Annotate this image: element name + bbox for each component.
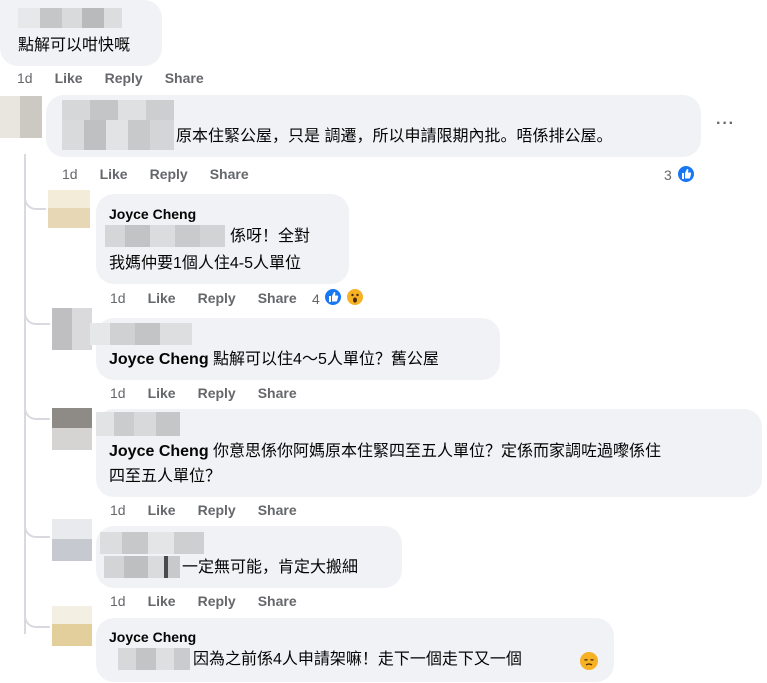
author-name-blurred (90, 323, 192, 345)
comment-text-line2: 四至五人單位？ (109, 468, 222, 485)
comment-text: 一定無可能，肯定大搬細 (182, 559, 359, 576)
thread-elbow (24, 608, 50, 628)
author-name-blurred (62, 100, 174, 120)
like-button[interactable]: Like (55, 70, 83, 86)
timestamp[interactable]: 1d (110, 593, 126, 609)
like-icon (676, 164, 696, 184)
share-button[interactable]: Share (210, 166, 249, 182)
mention-blurred (62, 120, 174, 150)
like-button[interactable]: Like (148, 593, 176, 609)
reply-button[interactable]: Reply (198, 593, 236, 609)
mention-blurred (105, 225, 225, 247)
comment-actions: 1d Like Reply Share (110, 593, 319, 609)
reply-button[interactable]: Reply (198, 502, 236, 518)
thread-elbow (24, 190, 46, 210)
thread-elbow (24, 305, 50, 325)
author-name[interactable]: Joyce Cheng (109, 206, 196, 222)
avatar[interactable] (52, 308, 92, 350)
reply-button[interactable]: Reply (198, 385, 236, 401)
author-name-blurred (96, 412, 180, 436)
comment-text-line1: Joyce Cheng 你意思係你阿媽原本住緊四至五人單位？定係而家調咗過嚟係住 (109, 440, 661, 464)
like-button[interactable]: Like (148, 502, 176, 518)
comment-text-line2: 我媽仲要1個人住4-5人單位 (109, 255, 302, 272)
avatar[interactable] (52, 408, 92, 450)
comment-actions: 1d Like Reply Share (110, 290, 319, 306)
share-button[interactable]: Share (258, 502, 297, 518)
timestamp[interactable]: 1d (17, 70, 33, 86)
like-icon (323, 287, 343, 307)
avatar[interactable] (52, 519, 92, 561)
author-name-blurred (18, 8, 122, 28)
comment-actions: 1d Like Reply Share (110, 502, 319, 518)
mention-tag[interactable]: Joyce Cheng (109, 443, 209, 460)
share-button[interactable]: Share (258, 385, 297, 401)
comment-body: 你意思係你阿媽原本住緊四至五人單位？定係而家調咗過嚟係住 (213, 443, 662, 460)
avatar[interactable] (48, 190, 90, 228)
comment-actions: 1d Like Reply Share (110, 385, 319, 401)
reaction-count[interactable]: 4 (312, 291, 320, 307)
comment-text: Joyce Cheng 點解可以住4～5人單位？舊公屋 (109, 348, 439, 372)
share-button[interactable]: Share (165, 70, 204, 86)
author-name-blurred (100, 532, 204, 554)
reply-button[interactable]: Reply (150, 166, 188, 182)
avatar[interactable] (0, 96, 42, 138)
like-button[interactable]: Like (148, 290, 176, 306)
comment-actions: 1d Like Reply Share (17, 70, 226, 86)
comment-text-line1: 係呀！全對 (230, 228, 311, 245)
mention-tag[interactable]: Joyce Cheng (109, 351, 209, 368)
mention-blurred (104, 556, 180, 578)
disappointed-emoji-icon (580, 652, 598, 670)
timestamp[interactable]: 1d (110, 385, 126, 401)
comment-text: 因為之前係4人申請架嘛！走下一個走下又一個 (193, 651, 522, 668)
mention-blurred (118, 648, 190, 670)
wow-icon (345, 287, 365, 307)
comment-actions: 1d Like Reply Share (62, 166, 271, 182)
timestamp[interactable]: 1d (110, 502, 126, 518)
reply-button[interactable]: Reply (105, 70, 143, 86)
reply-button[interactable]: Reply (198, 290, 236, 306)
comment-text: 點解可以咁快嘅 (18, 37, 131, 54)
thread-elbow (24, 400, 50, 420)
timestamp[interactable]: 1d (62, 166, 78, 182)
share-button[interactable]: Share (258, 290, 297, 306)
author-name[interactable]: Joyce Cheng (109, 629, 196, 645)
like-button[interactable]: Like (100, 166, 128, 182)
more-options-icon[interactable]: ··· (716, 115, 735, 133)
comment-body: 點解可以住4～5人單位？舊公屋 (213, 351, 439, 368)
like-button[interactable]: Like (148, 385, 176, 401)
avatar[interactable] (52, 606, 92, 646)
thread-line (24, 154, 26, 634)
comment-text: 原本住緊公屋，只是 調遷，所以申請限期內批。唔係排公屋。 (176, 128, 613, 145)
share-button[interactable]: Share (258, 593, 297, 609)
reaction-count[interactable]: 3 (664, 167, 672, 183)
thread-elbow (24, 518, 50, 538)
timestamp[interactable]: 1d (110, 290, 126, 306)
